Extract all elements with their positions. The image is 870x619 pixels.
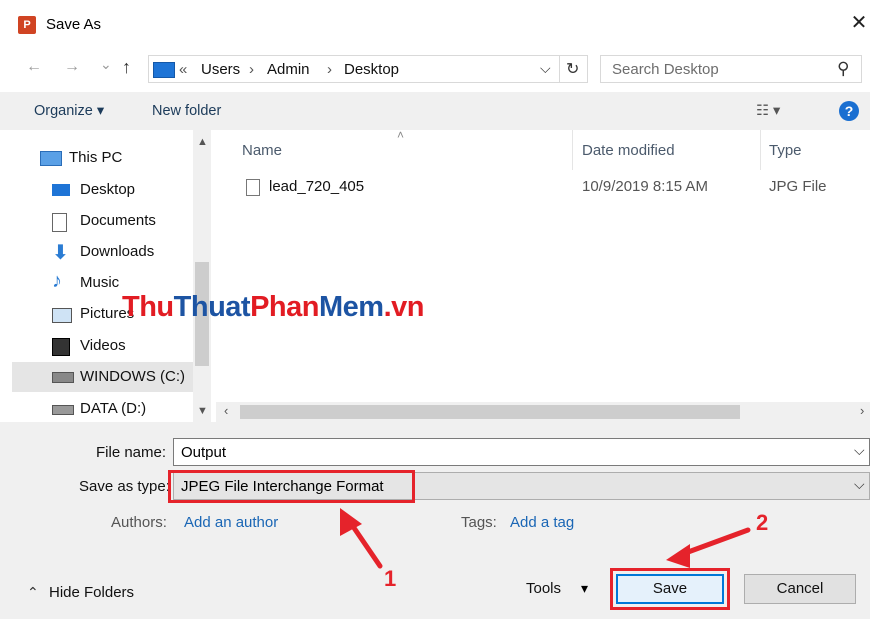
arrow-2-head [666,544,690,568]
annotation-arrows [340,508,751,569]
annotation-label-2: 2 [756,510,769,535]
arrow-1-shaft [347,519,383,569]
arrow-2-shaft [677,527,751,558]
annotation-label-1: 1 [384,566,397,591]
